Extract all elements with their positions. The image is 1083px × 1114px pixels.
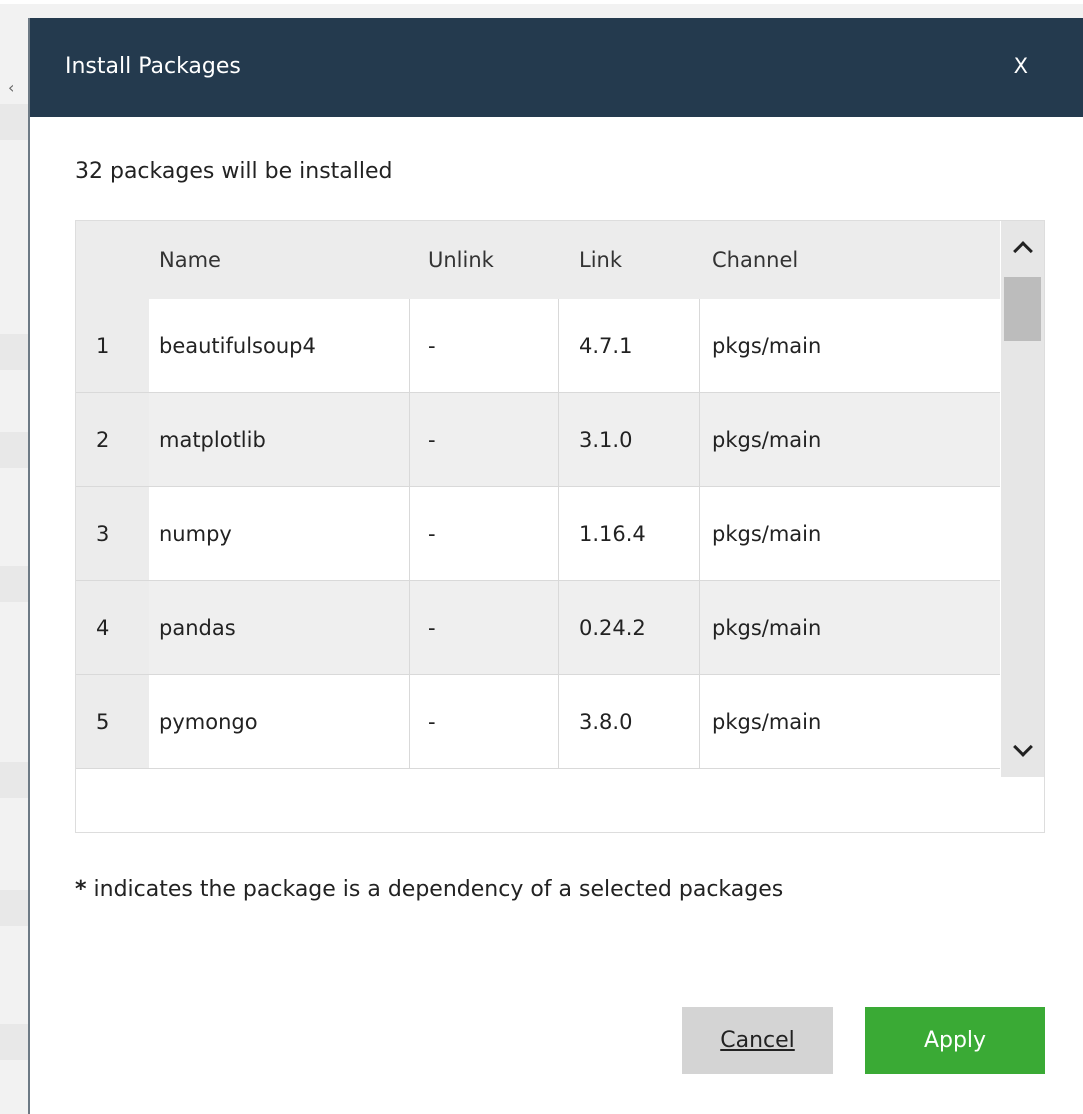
footnote-text: indicates the package is a dependency of… xyxy=(86,877,784,902)
dialog-titlebar: Install Packages X xyxy=(30,18,1083,117)
chevron-down-icon xyxy=(1012,737,1033,757)
package-link-version: 3.8.0 xyxy=(559,675,700,769)
close-button[interactable]: X xyxy=(1014,51,1028,81)
dialog-title: Install Packages xyxy=(65,54,241,79)
package-name: numpy xyxy=(149,487,410,581)
package-name: beautifulsoup4 xyxy=(149,299,410,393)
package-name: matplotlib xyxy=(149,393,410,487)
column-header-link[interactable]: Link xyxy=(559,221,700,299)
package-channel: pkgs/main xyxy=(700,487,1000,581)
package-channel: pkgs/main xyxy=(700,675,1000,769)
scroll-up-button[interactable] xyxy=(1001,221,1044,273)
table-row[interactable]: 5 pymongo - 3.8.0 pkgs/main xyxy=(76,675,1000,769)
package-name: pymongo xyxy=(149,675,410,769)
package-unlink: - xyxy=(410,393,559,487)
packages-grid: Name Unlink Link Channel 1 beautifulsoup… xyxy=(76,221,1000,777)
background-row-band xyxy=(0,334,28,370)
column-header-name[interactable]: Name xyxy=(149,221,410,299)
background-edge-glyph: ‹ xyxy=(8,78,15,97)
package-channel: pkgs/main xyxy=(700,581,1000,675)
background-row-band xyxy=(0,890,28,926)
scroll-down-button[interactable] xyxy=(1001,725,1044,777)
table-row[interactable]: 2 matplotlib - 3.1.0 pkgs/main xyxy=(76,393,1000,487)
column-header-channel[interactable]: Channel xyxy=(700,221,1000,299)
background-row-band xyxy=(0,104,28,140)
table-header-row: Name Unlink Link Channel xyxy=(76,221,1000,299)
background-row-band xyxy=(0,762,28,798)
column-header-unlink[interactable]: Unlink xyxy=(410,221,559,299)
background-row-band xyxy=(0,432,28,468)
row-index: 4 xyxy=(76,581,149,675)
package-link-version: 0.24.2 xyxy=(559,581,700,675)
packages-table: Name Unlink Link Channel 1 beautifulsoup… xyxy=(75,220,1045,833)
install-packages-dialog: Install Packages X 32 packages will be i… xyxy=(28,18,1083,1114)
chevron-up-icon xyxy=(1012,241,1033,261)
row-index: 2 xyxy=(76,393,149,487)
header-index xyxy=(76,221,149,299)
table-row[interactable]: 1 beautifulsoup4 - 4.7.1 pkgs/main xyxy=(76,299,1000,393)
package-unlink: - xyxy=(410,299,559,393)
table-row[interactable]: 3 numpy - 1.16.4 pkgs/main xyxy=(76,487,1000,581)
row-index: 1 xyxy=(76,299,149,393)
apply-button[interactable]: Apply xyxy=(865,1007,1045,1074)
package-link-version: 1.16.4 xyxy=(559,487,700,581)
footnote-star: * xyxy=(75,877,87,902)
package-name: pandas xyxy=(149,581,410,675)
package-unlink: - xyxy=(410,581,559,675)
table-row[interactable]: 4 pandas - 0.24.2 pkgs/main xyxy=(76,581,1000,675)
row-index: 5 xyxy=(76,675,149,769)
package-unlink: - xyxy=(410,487,559,581)
background-row-band xyxy=(0,566,28,602)
dependency-footnote: * indicates the package is a dependency … xyxy=(75,875,783,905)
packages-summary: 32 packages will be installed xyxy=(75,159,393,184)
package-channel: pkgs/main xyxy=(700,393,1000,487)
package-link-version: 4.7.1 xyxy=(559,299,700,393)
package-link-version: 3.1.0 xyxy=(559,393,700,487)
cancel-button[interactable]: Cancel xyxy=(682,1007,833,1074)
package-channel: pkgs/main xyxy=(700,299,1000,393)
table-scrollbar[interactable] xyxy=(1001,221,1044,777)
row-index: 3 xyxy=(76,487,149,581)
scrollbar-thumb[interactable] xyxy=(1004,277,1041,341)
package-unlink: - xyxy=(410,675,559,769)
background-row-band xyxy=(0,1024,28,1060)
background-top-strip xyxy=(0,0,1083,4)
